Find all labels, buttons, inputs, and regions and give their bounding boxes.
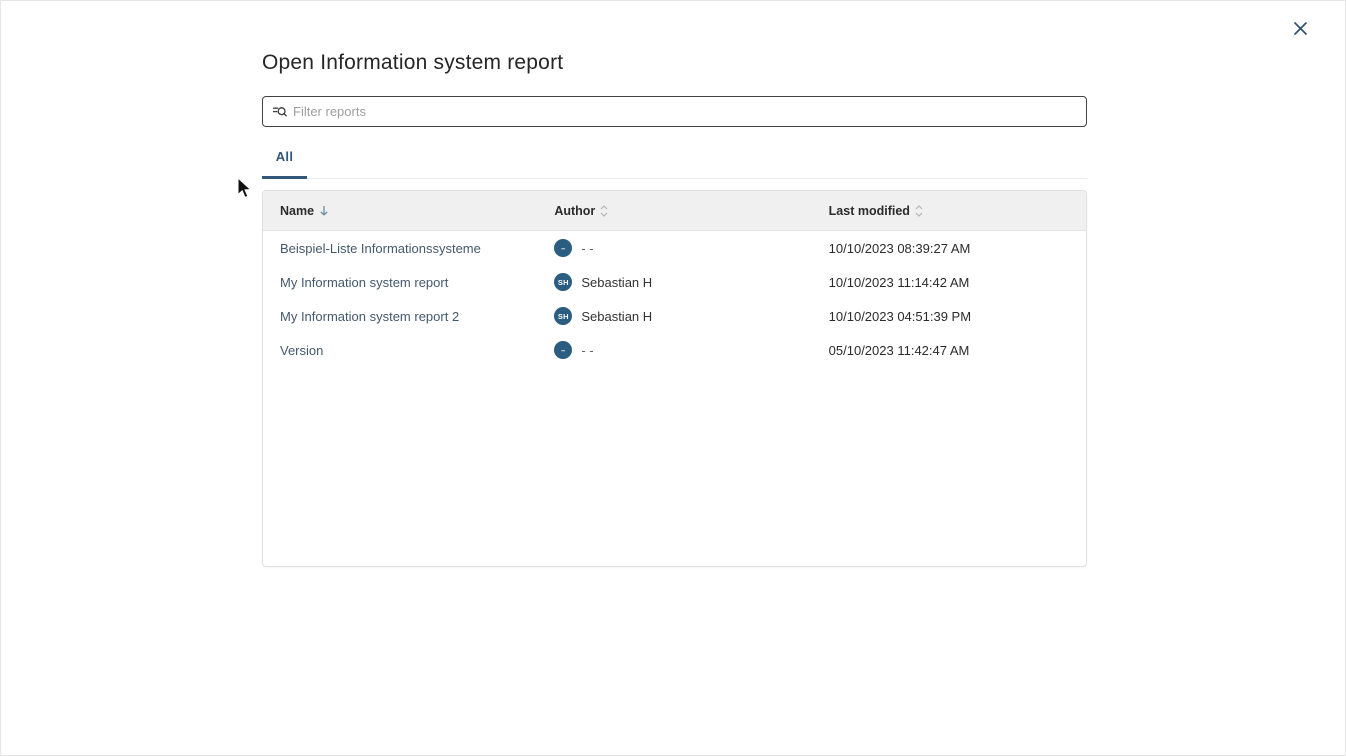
open-report-dialog: Open Information system report All Name	[0, 0, 1346, 756]
table-row[interactable]: Version – - - 05/10/2023 11:42:47 AM	[263, 333, 1086, 367]
report-name-link[interactable]: My Information system report	[280, 275, 448, 290]
report-name-link[interactable]: Beispiel-Liste Informationssysteme	[280, 241, 481, 256]
sort-unsorted-icon	[600, 205, 608, 217]
author-cell: SH Sebastian H	[537, 273, 811, 291]
author-cell: SH Sebastian H	[537, 307, 811, 325]
avatar: SH	[554, 273, 572, 291]
name-cell: Version	[263, 343, 537, 358]
page-title: Open Information system report	[262, 51, 1087, 75]
column-header-name[interactable]: Name	[263, 204, 537, 218]
sort-unsorted-icon	[915, 205, 923, 217]
last-modified-value: 10/10/2023 11:14:42 AM	[829, 275, 970, 290]
avatar: SH	[554, 307, 572, 325]
last-modified-value: 10/10/2023 04:51:39 PM	[829, 309, 971, 324]
author-name: Sebastian H	[581, 309, 652, 324]
tab-all[interactable]: All	[262, 149, 307, 178]
table-row[interactable]: My Information system report 2 SH Sebast…	[263, 299, 1086, 333]
author-cell: – - -	[537, 341, 811, 359]
close-x-glyph	[1293, 21, 1308, 36]
column-header-author[interactable]: Author	[537, 204, 811, 218]
tab-bar: All	[262, 149, 1087, 179]
author-name: Sebastian H	[581, 275, 652, 290]
avatar: –	[554, 341, 572, 359]
filter-search-icon	[272, 105, 288, 119]
last-modified-value: 05/10/2023 11:42:47 AM	[829, 343, 970, 358]
last-modified-cell: 05/10/2023 11:42:47 AM	[812, 343, 1086, 358]
avatar: –	[554, 239, 572, 257]
last-modified-value: 10/10/2023 08:39:27 AM	[829, 241, 971, 256]
table-header: Name Author Last modified	[263, 191, 1086, 231]
column-last-modified-label: Last modified	[829, 204, 910, 218]
column-header-last-modified[interactable]: Last modified	[812, 204, 1086, 218]
close-icon[interactable]	[1289, 17, 1311, 39]
report-name-link[interactable]: Version	[280, 343, 323, 358]
author-name: - -	[581, 343, 593, 358]
column-author-label: Author	[554, 204, 595, 218]
name-cell: Beispiel-Liste Informationssysteme	[263, 241, 537, 256]
name-cell: My Information system report	[263, 275, 537, 290]
filter-field[interactable]	[262, 96, 1087, 127]
author-name: - -	[581, 241, 593, 256]
report-name-link[interactable]: My Information system report 2	[280, 309, 459, 324]
mouse-cursor	[237, 177, 254, 201]
dialog-content: Open Information system report All Name	[262, 1, 1087, 567]
table-row[interactable]: My Information system report SH Sebastia…	[263, 265, 1086, 299]
last-modified-cell: 10/10/2023 08:39:27 AM	[812, 241, 1086, 256]
table-row[interactable]: Beispiel-Liste Informationssysteme – - -…	[263, 231, 1086, 265]
reports-table: Name Author Last modified	[262, 190, 1087, 567]
name-cell: My Information system report 2	[263, 309, 537, 324]
table-body: Beispiel-Liste Informationssysteme – - -…	[263, 231, 1086, 367]
sort-descending-icon	[319, 205, 329, 217]
last-modified-cell: 10/10/2023 04:51:39 PM	[812, 309, 1086, 324]
author-cell: – - -	[537, 239, 811, 257]
last-modified-cell: 10/10/2023 11:14:42 AM	[812, 275, 1086, 290]
tab-all-label: All	[276, 149, 294, 164]
column-name-label: Name	[280, 204, 314, 218]
search-input[interactable]	[293, 104, 1077, 119]
